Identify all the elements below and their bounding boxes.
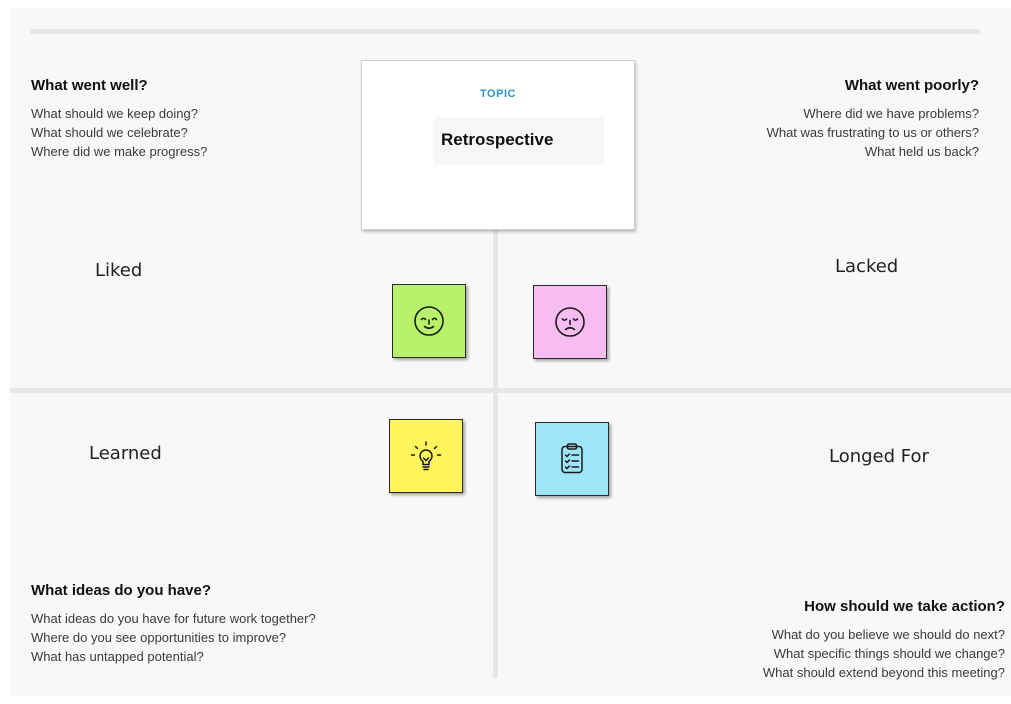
clipboard-checklist-icon (561, 443, 583, 474)
label-longed-for[interactable]: Longed For (829, 446, 929, 467)
topic-title[interactable]: Retrospective (441, 130, 553, 150)
label-lacked[interactable]: Lacked (835, 256, 898, 277)
label-liked[interactable]: Liked (95, 260, 142, 281)
quadrant-take-action: How should we take action? What do you b… (763, 598, 1005, 682)
quadrant-went-poorly: What went poorly? Where did we have prob… (767, 77, 979, 161)
quadrant-question: Where did we make progress? (31, 144, 208, 159)
quadrant-question: Where did we have problems? (803, 106, 979, 121)
quadrant-heading: What ideas do you have? (31, 582, 212, 599)
quadrant-question: What ideas do you have for future work t… (31, 611, 316, 626)
quadrant-ideas: What ideas do you have? What ideas do yo… (31, 582, 316, 666)
sticky-note-liked[interactable] (392, 284, 466, 358)
sticky-note-longed-for[interactable] (535, 422, 609, 496)
quadrant-heading: What went poorly? (844, 77, 979, 94)
quadrant-question: What do you believe we should do next? (771, 627, 1005, 642)
topic-card[interactable]: TOPIC Retrospective (361, 60, 635, 230)
quadrant-question: What held us back? (864, 144, 979, 159)
top-divider (30, 29, 980, 34)
lightbulb-icon (410, 441, 442, 471)
quadrant-went-well: What went well? What should we keep doin… (31, 77, 207, 161)
quadrant-question: What should we celebrate? (31, 125, 188, 140)
quadrant-question: Where do you see opportunities to improv… (31, 630, 287, 645)
quadrant-question: What should we keep doing? (31, 106, 198, 121)
happy-face-icon (414, 306, 444, 336)
horizontal-divider (10, 388, 1011, 393)
quadrant-question: What was frustrating to us or others? (766, 125, 979, 140)
sticky-note-lacked[interactable] (533, 285, 607, 359)
vertical-divider (493, 228, 498, 678)
sticky-note-learned[interactable] (389, 419, 463, 493)
quadrant-question: What specific things should we change? (773, 646, 1005, 661)
quadrant-question: What should extend beyond this meeting? (762, 665, 1005, 680)
quadrant-question: What has untapped potential? (31, 649, 204, 664)
label-learned[interactable]: Learned (89, 443, 162, 464)
quadrant-heading: What went well? (31, 77, 148, 94)
quadrant-heading: How should we take action? (804, 598, 1005, 615)
sad-face-icon (555, 307, 585, 337)
topic-label: TOPIC (480, 88, 516, 100)
